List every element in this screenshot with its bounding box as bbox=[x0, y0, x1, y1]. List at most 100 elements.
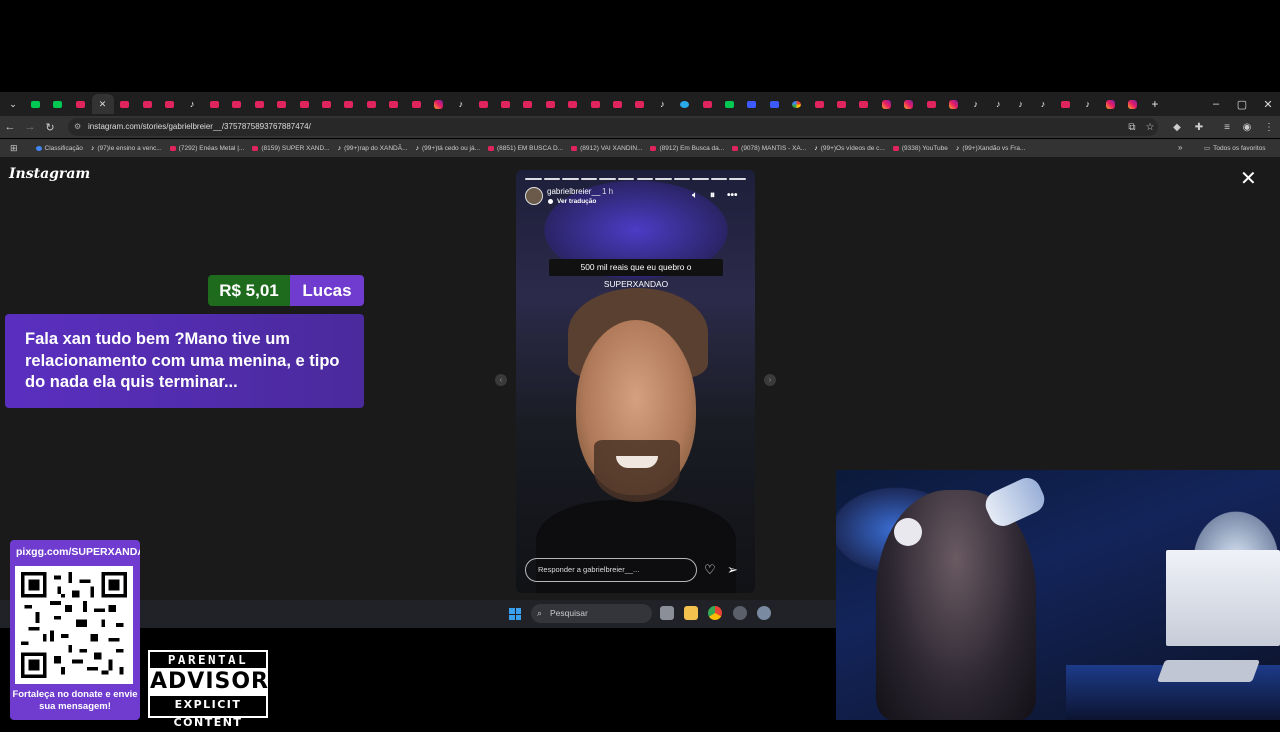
bookmark-item[interactable]: (8912) VAI XANDIN... bbox=[567, 145, 646, 152]
file-explorer-icon[interactable] bbox=[684, 606, 698, 620]
bookmark-item[interactable]: Classificação bbox=[32, 145, 87, 152]
tab-32[interactable] bbox=[719, 94, 741, 114]
story-viewer[interactable]: gabrielbreier__ 1 h Ver tradução 🔈︎ ⏸︎ •… bbox=[516, 170, 755, 593]
bookmark-item[interactable]: ♪ (99+)Os vídeos de c... bbox=[810, 145, 889, 152]
pause-icon[interactable]: ⏸︎ bbox=[710, 190, 715, 202]
tab-36[interactable] bbox=[808, 94, 830, 114]
back-icon[interactable]: ← bbox=[0, 121, 20, 133]
like-heart-icon[interactable]: ♡ bbox=[704, 563, 716, 577]
tab-5[interactable] bbox=[114, 94, 136, 114]
apps-grid-icon[interactable]: ⊞ bbox=[0, 143, 32, 154]
tab-1[interactable] bbox=[24, 94, 46, 114]
bookmark-item[interactable]: (8851) EM BUSCA D... bbox=[484, 145, 567, 152]
bookmark-item[interactable]: ♪ (99+)Xandão vs Fra... bbox=[952, 145, 1030, 152]
tab-18[interactable] bbox=[405, 94, 427, 114]
tab-20[interactable]: ♪ bbox=[450, 94, 472, 114]
bookmark-item[interactable]: (9338) YouTube bbox=[889, 145, 952, 152]
task-view-icon[interactable] bbox=[660, 606, 674, 620]
tab-14[interactable] bbox=[315, 94, 337, 114]
chrome-icon[interactable] bbox=[708, 606, 722, 620]
close-story-icon[interactable]: ✕ bbox=[1240, 169, 1257, 189]
tab-31[interactable] bbox=[696, 94, 718, 114]
story-user-avatar[interactable] bbox=[525, 187, 543, 205]
profile-avatar[interactable]: ◉ bbox=[1236, 116, 1258, 138]
bookmarks-overflow-icon[interactable]: » bbox=[1178, 139, 1182, 157]
story-username[interactable]: gabrielbreier__ bbox=[547, 187, 600, 196]
tab-50[interactable] bbox=[1122, 94, 1144, 114]
more-options-icon[interactable]: ••• bbox=[727, 190, 738, 202]
tab-41[interactable] bbox=[920, 94, 942, 114]
tab-30[interactable] bbox=[674, 94, 696, 114]
tab-48[interactable]: ♪ bbox=[1077, 94, 1099, 114]
tab-16[interactable] bbox=[360, 94, 382, 114]
taskbar-search[interactable]: Pesquisar bbox=[531, 604, 652, 623]
tab-39[interactable] bbox=[875, 94, 897, 114]
bookmark-item[interactable]: (9078) MANTIS - XA... bbox=[728, 145, 810, 152]
tab-45[interactable]: ♪ bbox=[1010, 94, 1032, 114]
bookmark-item[interactable]: ♪ (97)Ie ensino a venc... bbox=[87, 145, 166, 152]
tab-11[interactable] bbox=[248, 94, 270, 114]
tab-19[interactable] bbox=[427, 94, 449, 114]
tab-34[interactable] bbox=[763, 94, 785, 114]
tab-35[interactable] bbox=[786, 94, 808, 114]
minimize-button[interactable]: – bbox=[1203, 92, 1229, 116]
settings-gear-icon[interactable] bbox=[757, 606, 771, 620]
tab-3[interactable] bbox=[69, 94, 91, 114]
previous-story-button[interactable]: ‹ bbox=[495, 374, 507, 386]
reading-list-icon[interactable]: ≡ bbox=[1216, 116, 1238, 138]
tab-46[interactable]: ♪ bbox=[1032, 94, 1054, 114]
tab-17[interactable] bbox=[383, 94, 405, 114]
tab-26[interactable] bbox=[584, 94, 606, 114]
extensions-puzzle-icon[interactable]: ✚ bbox=[1188, 116, 1210, 138]
tab-23[interactable] bbox=[517, 94, 539, 114]
see-translation-link[interactable]: Ver tradução bbox=[557, 198, 596, 205]
bookmark-item[interactable]: (8159) SUPER XAND... bbox=[248, 145, 333, 152]
browser-menu-icon[interactable]: ⋮ bbox=[1258, 116, 1280, 138]
tab-10[interactable] bbox=[226, 94, 248, 114]
mute-icon[interactable]: 🔈︎ bbox=[692, 190, 698, 202]
tab-22[interactable] bbox=[495, 94, 517, 114]
tab-12[interactable] bbox=[271, 94, 293, 114]
app-icon[interactable] bbox=[733, 606, 747, 620]
tab-29[interactable]: ♪ bbox=[651, 94, 673, 114]
forward-icon[interactable]: → bbox=[20, 121, 40, 133]
tab-9[interactable] bbox=[204, 94, 226, 114]
tab-search-icon[interactable]: ⌄ bbox=[2, 94, 24, 114]
tab-49[interactable] bbox=[1099, 94, 1121, 114]
tab-33[interactable] bbox=[741, 94, 763, 114]
all-bookmarks-folder[interactable]: ▭ Todos os favoritos bbox=[1204, 139, 1266, 157]
maximize-button[interactable]: ▢ bbox=[1229, 92, 1255, 116]
tab-15[interactable] bbox=[338, 94, 360, 114]
tab-21[interactable] bbox=[472, 94, 494, 114]
tab-47[interactable] bbox=[1054, 94, 1076, 114]
site-info-icon[interactable]: ⚙ bbox=[74, 118, 81, 136]
reload-icon[interactable]: ↻ bbox=[40, 121, 60, 134]
tab-27[interactable] bbox=[607, 94, 629, 114]
tab-38[interactable] bbox=[853, 94, 875, 114]
tab-13[interactable] bbox=[293, 94, 315, 114]
new-tab-button[interactable]: + bbox=[1144, 94, 1166, 114]
bookmark-item[interactable]: (7292) Enéas Metal |... bbox=[166, 145, 249, 152]
extension-icon[interactable]: ◆ bbox=[1166, 116, 1188, 138]
tab-37[interactable] bbox=[830, 94, 852, 114]
story-reply-input[interactable]: Responder a gabrielbreier__... bbox=[525, 558, 697, 582]
tab-2[interactable] bbox=[47, 94, 69, 114]
instagram-logo[interactable]: Instagram bbox=[9, 166, 90, 182]
tab-25[interactable] bbox=[562, 94, 584, 114]
windows-start-icon[interactable] bbox=[509, 608, 521, 620]
active-tab-close-icon[interactable]: ✕ bbox=[91, 94, 114, 114]
close-window-button[interactable]: ✕ bbox=[1255, 92, 1280, 116]
tab-7[interactable] bbox=[159, 94, 181, 114]
next-story-button[interactable]: › bbox=[764, 374, 776, 386]
tab-40[interactable] bbox=[898, 94, 920, 114]
bookmark-item[interactable]: (8912) Em Busca da... bbox=[646, 145, 728, 152]
tab-8[interactable]: ♪ bbox=[181, 94, 203, 114]
tab-44[interactable]: ♪ bbox=[987, 94, 1009, 114]
bookmark-item[interactable]: ♪ (99+)tá cedo ou já... bbox=[412, 145, 485, 152]
tab-24[interactable] bbox=[539, 94, 561, 114]
tab-28[interactable] bbox=[629, 94, 651, 114]
tab-42[interactable] bbox=[942, 94, 964, 114]
bookmark-star-icon[interactable]: ☆ bbox=[1139, 116, 1161, 138]
tab-43[interactable]: ♪ bbox=[965, 94, 987, 114]
share-send-icon[interactable]: ➢ bbox=[727, 563, 738, 577]
